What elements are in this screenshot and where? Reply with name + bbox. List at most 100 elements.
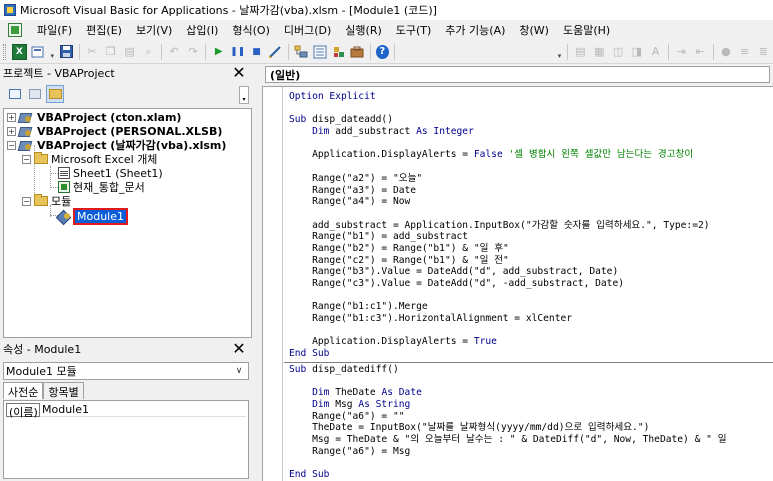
edit-outdent-icon[interactable]: ⇤ bbox=[693, 44, 708, 60]
menu-edit[interactable]: 편집(E) bbox=[79, 22, 129, 38]
chevron-down-icon[interactable]: ∨ bbox=[232, 364, 246, 378]
paste-icon[interactable]: ▤ bbox=[122, 44, 137, 60]
code-line[interactable]: ​ bbox=[289, 290, 769, 302]
toggle-folders-button[interactable] bbox=[46, 85, 64, 103]
object-select[interactable]: (일반) bbox=[265, 66, 770, 83]
toolbox-icon[interactable] bbox=[350, 44, 365, 60]
collapse-icon[interactable]: − bbox=[7, 140, 16, 150]
object-browser-icon[interactable] bbox=[331, 44, 346, 60]
code-line[interactable]: ​ bbox=[289, 161, 769, 173]
view-object-button[interactable] bbox=[26, 85, 44, 103]
help-icon[interactable]: ? bbox=[375, 44, 389, 59]
save-icon[interactable] bbox=[59, 44, 74, 60]
excel-document-icon[interactable] bbox=[8, 23, 22, 37]
edit-constants-icon[interactable]: ▦ bbox=[592, 44, 607, 60]
copy-icon[interactable]: ❐ bbox=[103, 44, 118, 60]
tree-item-project-personal[interactable]: + VBAProject (PERSONAL.XLSB) bbox=[7, 124, 222, 138]
menu-run[interactable]: 실행(R) bbox=[338, 22, 388, 38]
code-line[interactable]: Sub disp_datediff() bbox=[289, 364, 769, 376]
code-line[interactable]: ​ bbox=[289, 376, 769, 388]
menu-view[interactable]: 보기(V) bbox=[129, 22, 179, 38]
code-line[interactable]: Option Explicit bbox=[289, 91, 769, 103]
code-line[interactable]: ​ bbox=[289, 103, 769, 115]
code-line[interactable]: Range("a6") = Msg bbox=[289, 446, 769, 458]
code-line[interactable]: Dim Msg As String bbox=[289, 399, 769, 411]
view-code-button[interactable] bbox=[6, 85, 24, 103]
property-value[interactable]: Module1 bbox=[40, 403, 246, 417]
expand-icon[interactable]: + bbox=[7, 112, 16, 122]
code-line[interactable]: add_substract = Application.InputBox("가감… bbox=[289, 220, 769, 232]
code-line[interactable]: Range("a6") = "" bbox=[289, 411, 769, 423]
code-editor[interactable]: Option Explicit​Sub disp_dateadd() Dim a… bbox=[262, 86, 773, 481]
menu-help[interactable]: 도움말(H) bbox=[556, 22, 617, 38]
tab-alphabetic[interactable]: 사전순 bbox=[3, 382, 44, 399]
code-line[interactable]: ​ bbox=[289, 457, 769, 469]
edit-comment-icon[interactable]: ≡ bbox=[737, 44, 752, 60]
tree-item-sheet1[interactable]: Sheet1 (Sheet1) bbox=[58, 166, 163, 180]
code-line[interactable]: Range("a4") = Now bbox=[289, 196, 769, 208]
code-line[interactable]: TheDate = InputBox("날짜를 날짜형식(yyyy/mm/dd)… bbox=[289, 422, 769, 434]
project-explorer-icon[interactable] bbox=[294, 44, 309, 60]
code-margin[interactable] bbox=[263, 87, 283, 481]
menu-format[interactable]: 형식(O) bbox=[225, 22, 276, 38]
edit-uncomment-icon[interactable]: ≣ bbox=[756, 44, 771, 60]
tree-item-module1[interactable]: Module1 bbox=[58, 207, 128, 225]
code-line[interactable]: Range("c2") = Range("b1") & "일 전" bbox=[289, 255, 769, 267]
excel-view-icon[interactable]: X bbox=[11, 43, 27, 60]
edit-indent-icon[interactable]: ⇥ bbox=[674, 44, 689, 60]
insert-userform-icon[interactable] bbox=[31, 44, 46, 60]
edit-breakpoint-icon[interactable]: ● bbox=[719, 44, 734, 60]
edit-list-properties-icon[interactable]: ▤ bbox=[573, 44, 588, 60]
edit-complete-word-icon[interactable]: A bbox=[648, 44, 663, 60]
redo-icon[interactable]: ↷ bbox=[186, 44, 201, 60]
collapse-icon[interactable]: − bbox=[22, 196, 31, 206]
undo-icon[interactable]: ↶ bbox=[167, 44, 182, 60]
menu-addins[interactable]: 추가 기능(A) bbox=[438, 22, 512, 38]
toolbar-grip[interactable] bbox=[3, 43, 6, 60]
menu-tools[interactable]: 도구(T) bbox=[389, 22, 439, 38]
cut-icon[interactable]: ✂ bbox=[85, 44, 100, 60]
project-close-icon[interactable]: ✕ bbox=[231, 65, 247, 81]
properties-object-select[interactable]: Module1 모듈 ∨ bbox=[3, 362, 249, 380]
code-line[interactable]: Dim TheDate As Date bbox=[289, 387, 769, 399]
tree-item-project-date[interactable]: − VBAProject (날짜가감(vba).xlsm) bbox=[7, 138, 226, 152]
run-icon[interactable]: ▶ bbox=[211, 44, 226, 60]
menu-file[interactable]: 파일(F) bbox=[30, 22, 79, 38]
edit-parameter-info-icon[interactable]: ◨ bbox=[629, 44, 644, 60]
code-line[interactable]: End Sub bbox=[289, 348, 769, 360]
code-line[interactable]: Range("a3") = Date bbox=[289, 185, 769, 197]
tree-item-excel-objects[interactable]: − Microsoft Excel 개체 bbox=[22, 152, 157, 166]
menu-debug[interactable]: 디버그(D) bbox=[277, 22, 338, 38]
code-line[interactable]: Range("a2") = "오늘" bbox=[289, 173, 769, 185]
code-line[interactable]: End Sub bbox=[289, 469, 769, 481]
project-toolbar-scroll[interactable]: ▾ bbox=[239, 86, 249, 104]
design-mode-icon[interactable] bbox=[268, 44, 283, 60]
code-line[interactable]: Range("b2") = Range("b1") & "일 후" bbox=[289, 243, 769, 255]
toolbar-overflow-icon[interactable]: ▾ bbox=[555, 44, 564, 60]
collapse-icon[interactable]: − bbox=[22, 154, 31, 164]
code-line[interactable]: Dim add_substract As Integer bbox=[289, 126, 769, 138]
code-line[interactable]: Range("b1:c1").Merge bbox=[289, 301, 769, 313]
code-line[interactable]: Range("c3").Value = DateAdd("d", -add_su… bbox=[289, 278, 769, 290]
code-line[interactable]: Range("b3").Value = DateAdd("d", add_sub… bbox=[289, 266, 769, 278]
code-line[interactable]: Range("b1") = add_substract bbox=[289, 231, 769, 243]
tree-item-project-cton[interactable]: + VBAProject (cton.xlam) bbox=[7, 110, 181, 124]
tab-categorized[interactable]: 항목별 bbox=[43, 382, 84, 399]
tree-item-modules[interactable]: − 모듈 bbox=[22, 194, 71, 208]
code-line[interactable]: Application.DisplayAlerts = False '셀 병합시… bbox=[289, 149, 769, 161]
find-icon[interactable]: ⌕ bbox=[141, 44, 156, 60]
code-line[interactable]: ​ bbox=[289, 138, 769, 150]
properties-window-icon[interactable] bbox=[312, 44, 327, 60]
edit-quick-info-icon[interactable]: ◫ bbox=[611, 44, 626, 60]
tree-item-workbook[interactable]: 현재_통합_문서 bbox=[58, 180, 145, 194]
menu-window[interactable]: 창(W) bbox=[512, 22, 556, 38]
break-icon[interactable]: ❚❚ bbox=[230, 44, 245, 60]
properties-close-icon[interactable]: ✕ bbox=[231, 341, 247, 357]
property-row[interactable]: (이름) Module1 bbox=[6, 403, 246, 419]
code-line[interactable]: ​ bbox=[289, 208, 769, 220]
code-line[interactable]: Range("b1:c3").HorizontalAlignment = xlC… bbox=[289, 313, 769, 325]
expand-icon[interactable]: + bbox=[7, 126, 16, 136]
insert-dropdown-icon[interactable]: ▾ bbox=[48, 44, 57, 60]
code-line[interactable]: Application.DisplayAlerts = True bbox=[289, 336, 769, 348]
code-line[interactable]: ​ bbox=[289, 325, 769, 337]
